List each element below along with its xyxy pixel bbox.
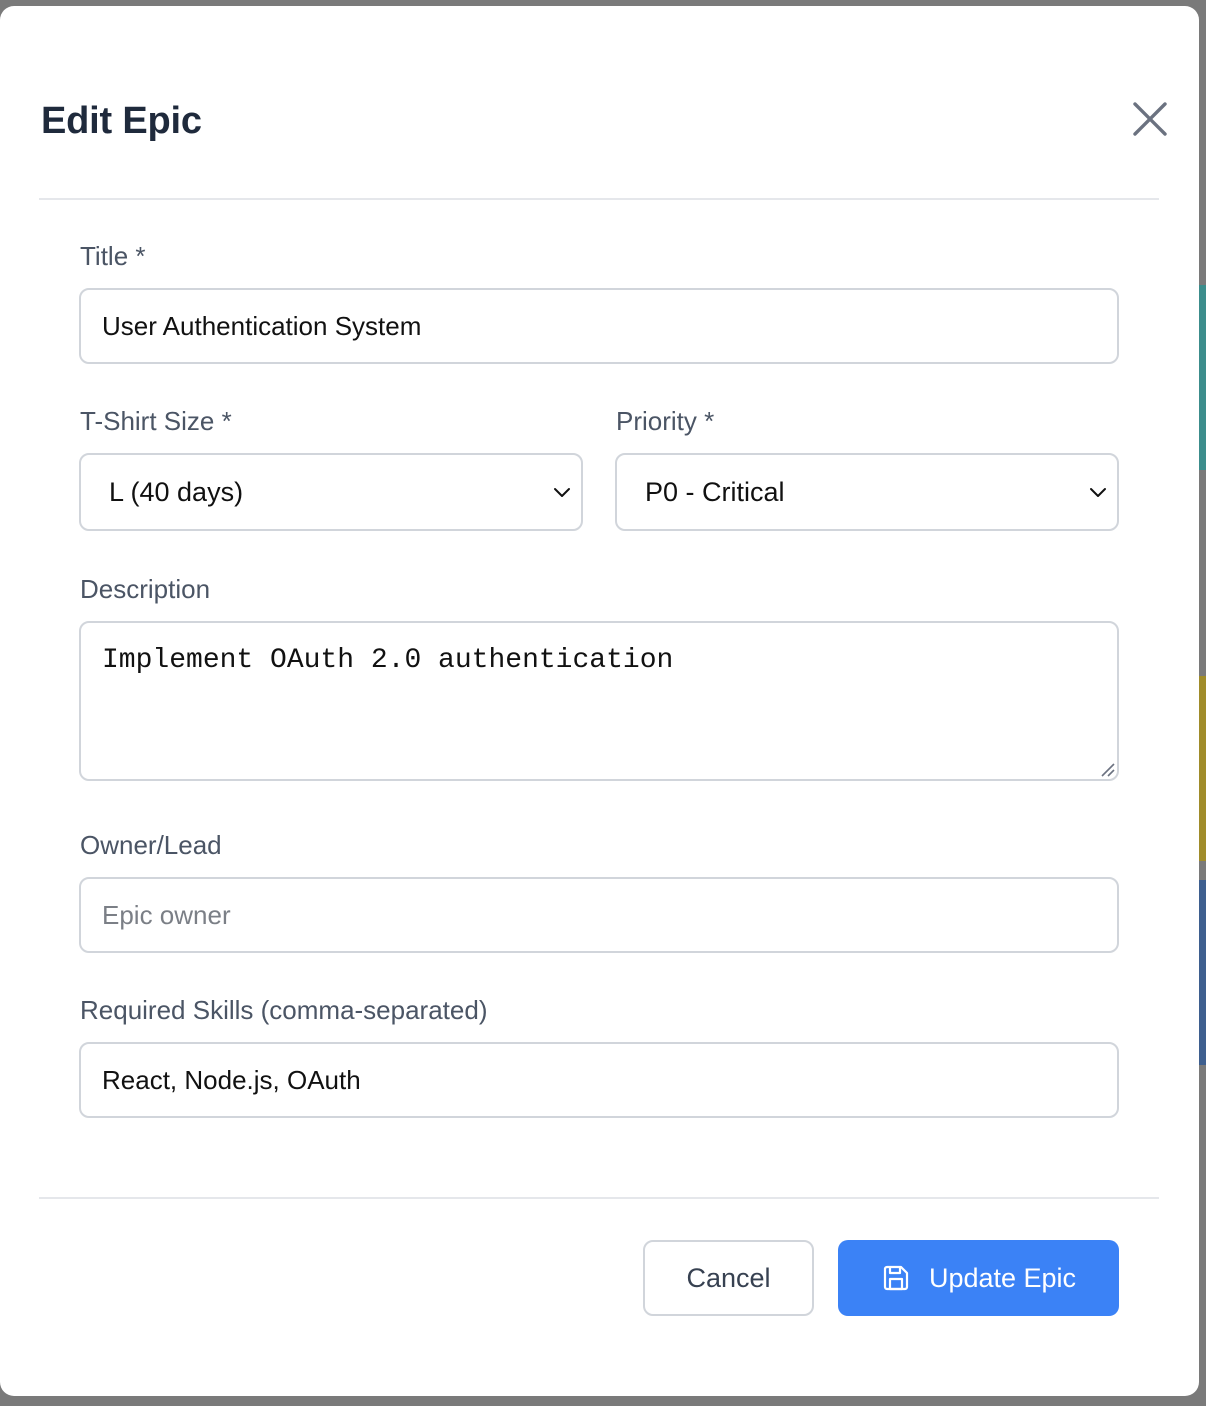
size-label: T-Shirt Size * <box>80 406 232 436</box>
footer-divider <box>39 1197 1159 1199</box>
owner-label: Owner/Lead <box>80 830 222 860</box>
backdrop-strip-blue <box>1198 880 1206 1065</box>
priority-select-value: P0 - Critical <box>645 477 785 507</box>
owner-input[interactable] <box>79 877 1119 953</box>
close-icon <box>1133 102 1167 136</box>
cancel-button-label: Cancel <box>686 1262 771 1293</box>
priority-label: Priority * <box>616 406 715 436</box>
save-icon <box>883 1265 909 1291</box>
chevron-down-icon <box>1090 488 1106 497</box>
modal-header <box>39 6 1159 200</box>
size-select-value: L (40 days) <box>109 477 244 507</box>
backdrop-strip-teal <box>1198 285 1206 470</box>
update-epic-button-label: Update Epic <box>928 1262 1077 1293</box>
title-label: Title * <box>80 241 146 271</box>
description-label: Description <box>80 574 211 604</box>
description-textarea[interactable]: Implement OAuth 2.0 authentication <box>79 621 1119 781</box>
cancel-button[interactable]: Cancel <box>643 1240 814 1316</box>
priority-select[interactable]: P0 - Critical <box>615 453 1119 531</box>
chevron-down-icon <box>554 488 570 497</box>
size-select[interactable]: L (40 days) <box>79 453 583 531</box>
close-button[interactable] <box>1129 98 1171 140</box>
edit-epic-modal: Edit Epic Title * T-Shirt Size * L (40 d… <box>0 6 1199 1396</box>
backdrop-strip-olive <box>1198 676 1206 861</box>
skills-label: Required Skills (comma-separated) <box>80 995 488 1025</box>
skills-input[interactable] <box>79 1042 1119 1118</box>
update-epic-button[interactable]: Update Epic <box>838 1240 1119 1316</box>
resize-handle-icon[interactable] <box>1100 762 1116 778</box>
title-input[interactable] <box>79 288 1119 364</box>
modal-title: Edit Epic <box>41 100 202 142</box>
